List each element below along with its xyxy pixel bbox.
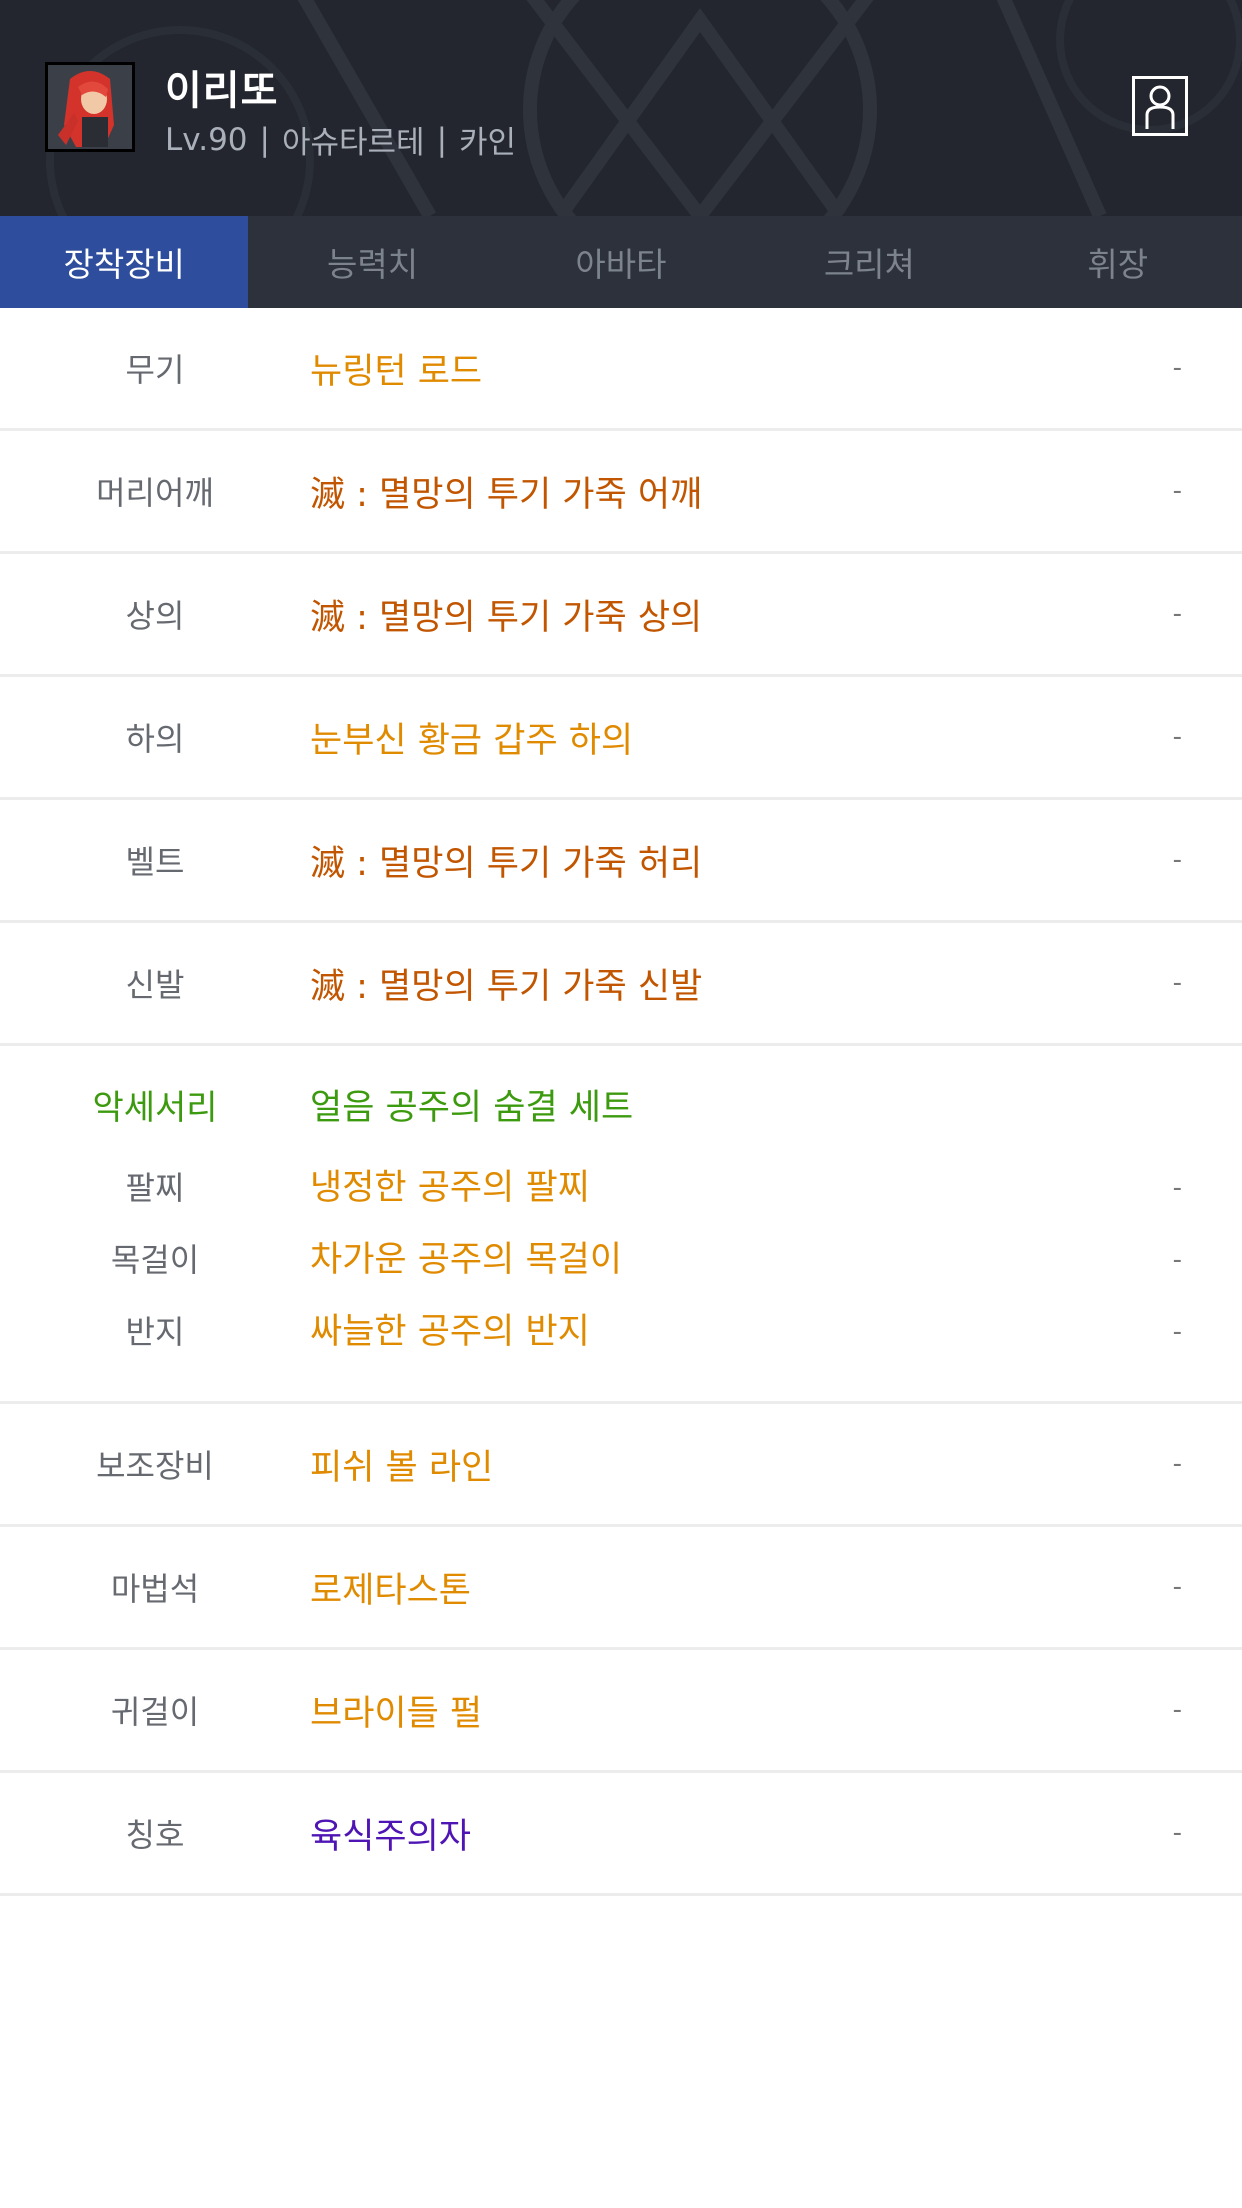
slot-label: 머리어깨 [96, 474, 214, 512]
slot-label: 반지 [125, 1313, 185, 1351]
item-value: - [1172, 1449, 1182, 1479]
item-value: - [1172, 1695, 1182, 1725]
item-name: 滅 : 멸망의 투기 가죽 신발 [310, 966, 703, 1007]
slot-label: 팔찌 [125, 1169, 185, 1207]
item-name: 육식주의자 [310, 1816, 472, 1857]
slot-label: 신발 [125, 966, 185, 1004]
equipment-row-bottom[interactable]: 하의 눈부신 황금 갑주 하의 - [0, 677, 1242, 800]
tab-bar: 장착장비 능력치 아바타 크리쳐 휘장 [0, 216, 1242, 308]
slot-label: 상의 [125, 597, 185, 635]
character-name: 이리또 [165, 68, 279, 114]
item-value: - [1172, 1173, 1182, 1203]
item-value: - [1172, 968, 1182, 998]
equipment-row-bracelet[interactable]: 팔찌 냉정한 공주의 팔찌 - [0, 1163, 1242, 1213]
equipment-row-subequip[interactable]: 보조장비 피쉬 볼 라인 - [0, 1404, 1242, 1527]
slot-label: 칭호 [125, 1816, 185, 1854]
character-header: 이리또 Lv.90 | 아슈타르테 | 카인 [0, 0, 1242, 216]
item-name: 냉정한 공주의 팔찌 [310, 1168, 590, 1208]
item-value: - [1172, 722, 1182, 752]
item-name: 피쉬 볼 라인 [310, 1447, 494, 1488]
item-name: 싸늘한 공주의 반지 [310, 1312, 590, 1352]
set-name: 얼음 공주의 숨결 세트 [310, 1088, 634, 1128]
item-name: 滅 : 멸망의 투기 가죽 어깨 [310, 474, 703, 515]
item-value: - [1172, 1245, 1182, 1275]
item-name: 뉴링턴 로드 [310, 351, 483, 392]
equipment-row-belt[interactable]: 벨트 滅 : 멸망의 투기 가죽 허리 - [0, 800, 1242, 923]
item-value: - [1172, 1317, 1182, 1347]
item-name: 눈부신 황금 갑주 하의 [310, 720, 634, 761]
accessory-set-header[interactable]: 악세서리 얼음 공주의 숨결 세트 [0, 1083, 1242, 1133]
item-name: 滅 : 멸망의 투기 가죽 허리 [310, 843, 703, 884]
character-info: Lv.90 | 아슈타르테 | 카인 [165, 117, 516, 162]
slot-label: 벨트 [125, 843, 185, 881]
item-name: 브라이들 펄 [310, 1693, 483, 1734]
item-name: 滅 : 멸망의 투기 가죽 상의 [310, 597, 703, 638]
tab-emblem[interactable]: 휘장 [994, 216, 1242, 308]
info-separator: | [259, 121, 270, 158]
item-name: 차가운 공주의 목걸이 [310, 1240, 623, 1280]
equipment-row-shoulder[interactable]: 머리어깨 滅 : 멸망의 투기 가죽 어깨 - [0, 431, 1242, 554]
equipment-row-weapon[interactable]: 무기 뉴링턴 로드 - [0, 308, 1242, 431]
item-value: - [1172, 845, 1182, 875]
item-name: 로제타스톤 [310, 1570, 472, 1611]
tab-stats[interactable]: 능력치 [248, 216, 496, 308]
accessory-set-block: 악세서리 얼음 공주의 숨결 세트 팔찌 냉정한 공주의 팔찌 - 목걸이 차가… [0, 1046, 1242, 1404]
character-job: 카인 [459, 125, 517, 161]
slot-label: 무기 [125, 351, 185, 389]
tab-avatar[interactable]: 아바타 [497, 216, 745, 308]
tab-equipment[interactable]: 장착장비 [0, 216, 249, 308]
item-value: - [1172, 1818, 1182, 1848]
item-value: - [1172, 476, 1182, 506]
slot-label: 보조장비 [96, 1447, 214, 1485]
item-value: - [1172, 1572, 1182, 1602]
profile-button[interactable] [1132, 76, 1188, 136]
character-avatar[interactable] [45, 62, 135, 152]
equipment-row-top[interactable]: 상의 滅 : 멸망의 투기 가죽 상의 - [0, 554, 1242, 677]
item-value: - [1172, 353, 1182, 383]
character-server: 아슈타르테 [281, 125, 425, 161]
item-value: - [1172, 599, 1182, 629]
equipment-row-earring[interactable]: 귀걸이 브라이들 펄 - [0, 1650, 1242, 1773]
accessory-label: 악세서리 [92, 1088, 218, 1128]
equipment-row-necklace[interactable]: 목걸이 차가운 공주의 목걸이 - [0, 1235, 1242, 1285]
tab-creature[interactable]: 크리쳐 [745, 216, 993, 308]
slot-label: 하의 [125, 720, 185, 758]
equipment-list: 무기 뉴링턴 로드 - 머리어깨 滅 : 멸망의 투기 가죽 어깨 - 상의 滅… [0, 308, 1242, 1896]
character-portrait-icon [48, 65, 132, 149]
equipment-row-ring[interactable]: 반지 싸늘한 공주의 반지 - [0, 1307, 1242, 1357]
slot-label: 마법석 [110, 1570, 200, 1608]
equipment-row-title[interactable]: 칭호 육식주의자 - [0, 1773, 1242, 1896]
equipment-row-magicstone[interactable]: 마법석 로제타스톤 - [0, 1527, 1242, 1650]
slot-label: 목걸이 [110, 1241, 200, 1279]
equipment-row-shoes[interactable]: 신발 滅 : 멸망의 투기 가죽 신발 - [0, 923, 1242, 1046]
slot-label: 귀걸이 [110, 1693, 200, 1731]
info-separator: | [436, 121, 448, 158]
profile-icon [1145, 85, 1175, 129]
character-level: Lv.90 [165, 121, 248, 158]
